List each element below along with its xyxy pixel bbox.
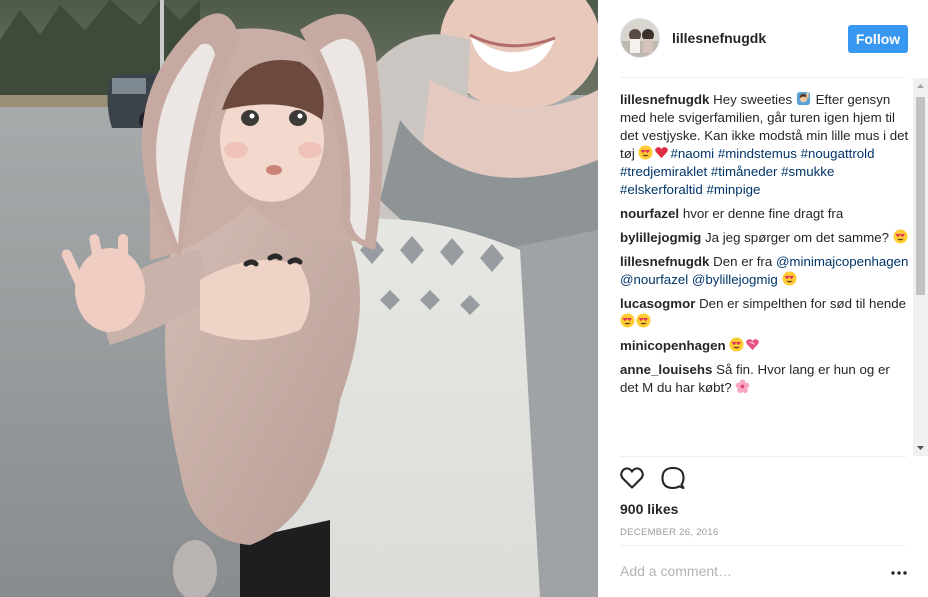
add-comment-divider [620, 545, 906, 546]
hashtag[interactable]: #tredjemiraklet [620, 164, 707, 179]
comment-item: bylillejogmig Ja jeg spørger om det samm… [620, 229, 910, 247]
comment-item: lillesnefnugdk Den er fra @minimajcopenh… [620, 253, 910, 289]
hashtag[interactable]: #smukke [781, 164, 834, 179]
hashtag[interactable]: #timåneder [711, 164, 778, 179]
sparkling-heart-emoji [746, 339, 760, 351]
woman-raising-hand-emoji [796, 91, 810, 106]
post-photo[interactable] [0, 0, 598, 597]
scroll-up-arrow-icon[interactable] [913, 78, 928, 95]
heart-eyes-emoji [620, 313, 635, 328]
comment-username[interactable]: nourfazel [620, 206, 679, 221]
post-username[interactable]: lillesnefnugdk [672, 30, 766, 46]
post-caption: lillesnefnugdk Hey sweeties Efter gensyn… [620, 91, 910, 199]
caption-username[interactable]: lillesnefnugdk [620, 92, 709, 107]
comment-username[interactable]: anne_louisehs [620, 362, 712, 377]
ellipsis-icon[interactable] [890, 566, 908, 580]
comment-text: hvor er denne fine dragt fra [682, 206, 844, 221]
heart-eyes-emoji [782, 271, 797, 286]
mention-link[interactable]: @bylillejogmig [692, 272, 778, 287]
heart-eyes-emoji [729, 337, 744, 352]
comment-text: Ja jeg spørger om det samme? [704, 230, 889, 245]
avatar[interactable] [620, 18, 660, 58]
hashtag[interactable]: #mindstemus [718, 146, 797, 161]
comment-text: Den er simpelthen for sød til hende [699, 296, 907, 311]
speech-bubble-icon[interactable] [660, 465, 686, 491]
heart-eyes-emoji [636, 313, 651, 328]
heart-outline-icon[interactable] [619, 465, 645, 491]
comment-list[interactable]: lillesnefnugdk Hey sweeties Efter gensyn… [620, 91, 910, 455]
hashtag[interactable]: #naomi [670, 146, 714, 161]
comment-item: anne_louisehs Så fin. Hvor lang er hun o… [620, 361, 910, 397]
post-header: lillesnefnugdk Follow [598, 0, 928, 78]
post-side-panel: lillesnefnugdk Follow lillesnefnugdk Hey… [598, 0, 928, 597]
heart-eyes-emoji [893, 229, 908, 244]
mention-link[interactable]: @minimajcopenhagen [776, 254, 909, 269]
hashtag[interactable]: #minpige [706, 182, 760, 197]
actions-divider [620, 456, 906, 457]
follow-button[interactable]: Follow [848, 25, 908, 53]
add-comment-input[interactable]: Add a comment… [620, 563, 870, 579]
comment-scrollbar[interactable] [913, 78, 928, 456]
comment-text: Den er fra [713, 254, 773, 269]
scrollbar-thumb[interactable] [916, 97, 925, 295]
scroll-down-arrow-icon[interactable] [913, 439, 928, 456]
comment-item: minicopenhagen [620, 337, 910, 355]
photo-image [0, 0, 598, 597]
comment-username[interactable]: lillesnefnugdk [620, 254, 709, 269]
caption-text: Hey sweeties [713, 92, 793, 107]
avatar-image [621, 19, 659, 57]
heart-eyes-emoji [638, 145, 654, 160]
comment-username[interactable]: lucasogmor [620, 296, 695, 311]
comment-username[interactable]: minicopenhagen [620, 338, 726, 353]
hashtag[interactable]: #elskerforaltid [620, 182, 703, 197]
comment-username[interactable]: bylillejogmig [620, 230, 701, 245]
post-date[interactable]: DECEMBER 26, 2016 [620, 527, 719, 538]
mention-link[interactable]: @nourfazel [620, 272, 688, 287]
red-heart-emoji [655, 147, 669, 159]
comment-item: nourfazel hvor er denne fine dragt fra [620, 205, 910, 223]
cherry-blossom-emoji [735, 379, 750, 394]
comment-item: lucasogmor Den er simpelthen for sød til… [620, 295, 910, 331]
likes-count[interactable]: 900 likes [620, 501, 678, 517]
hashtag[interactable]: #nougattrold [801, 146, 875, 161]
header-divider [620, 77, 906, 78]
